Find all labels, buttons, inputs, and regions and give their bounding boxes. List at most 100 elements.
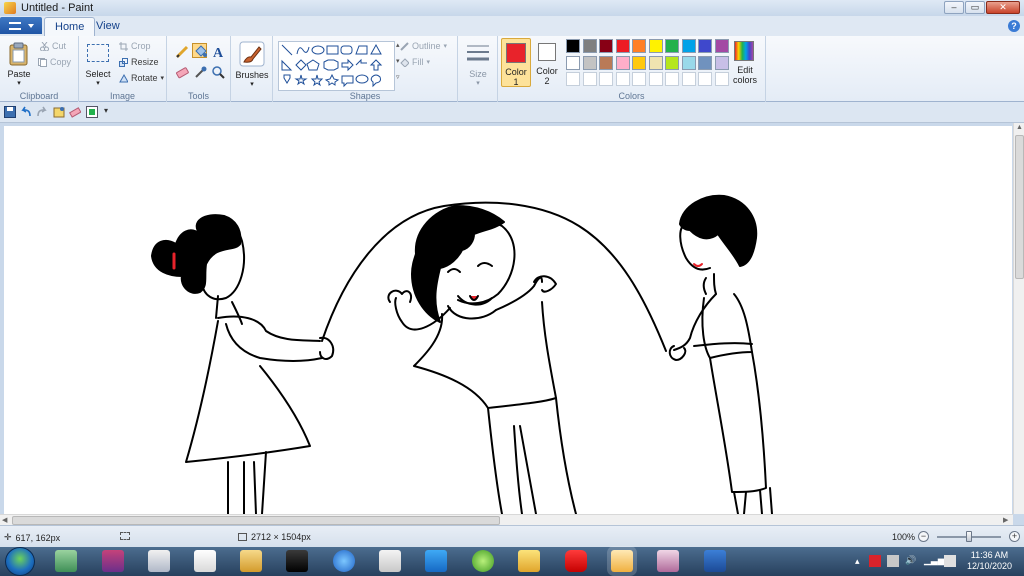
youtube-icon[interactable] bbox=[565, 550, 587, 572]
palette-swatch[interactable] bbox=[681, 39, 696, 53]
file-menu-button[interactable] bbox=[0, 17, 42, 34]
action-center-icon[interactable] bbox=[944, 555, 956, 567]
paste-button[interactable]: Paste ▾ bbox=[5, 39, 33, 87]
drawing-canvas[interactable] bbox=[4, 126, 1012, 514]
properties-icon[interactable] bbox=[53, 106, 65, 118]
tab-view[interactable]: View bbox=[86, 17, 130, 36]
pencil-icon[interactable] bbox=[174, 43, 189, 59]
outline-icon bbox=[400, 41, 409, 51]
zoom-out-button[interactable]: − bbox=[918, 531, 929, 542]
palette-swatch[interactable] bbox=[566, 55, 580, 70]
brushes-button[interactable]: Brushes ▾ bbox=[235, 39, 269, 89]
palette-swatch[interactable] bbox=[698, 39, 712, 53]
media-player-icon[interactable] bbox=[286, 550, 308, 572]
customize-qat-chevron-icon[interactable]: ▾ bbox=[104, 106, 116, 118]
rotate-button[interactable]: Rotate ▾ bbox=[119, 73, 164, 83]
resize-button[interactable]: Resize bbox=[119, 57, 159, 67]
cut-button[interactable]: Cut bbox=[40, 41, 66, 51]
chicken-app-icon[interactable] bbox=[518, 550, 540, 572]
show-hidden-icons-chevron-icon[interactable]: ▴ bbox=[855, 556, 860, 576]
copy-button[interactable]: Copy bbox=[38, 57, 71, 67]
taskbar: ▴ 🔊 ▁▃▅ 11:36 AM 12/10/2020 bbox=[0, 547, 1024, 576]
internet-explorer-icon[interactable] bbox=[333, 550, 355, 572]
file-explorer-icon[interactable] bbox=[240, 550, 262, 572]
user-app-icon[interactable] bbox=[55, 550, 77, 572]
network-app-icon[interactable] bbox=[194, 550, 216, 572]
eraser-icon[interactable] bbox=[174, 64, 189, 79]
paint-taskbar-icon[interactable] bbox=[611, 550, 633, 572]
zoom-in-button[interactable]: + bbox=[1009, 531, 1020, 542]
calendar-app-icon[interactable] bbox=[379, 550, 401, 572]
save-icon[interactable] bbox=[4, 106, 16, 118]
winrar-icon[interactable] bbox=[102, 550, 124, 572]
palette-swatch[interactable] bbox=[566, 39, 580, 53]
brushes-group: Brushes ▾ bbox=[231, 36, 273, 102]
speaker-icon[interactable]: 🔊 bbox=[905, 555, 916, 576]
palette-custom-slot[interactable] bbox=[615, 72, 630, 86]
palette-swatch[interactable] bbox=[599, 39, 613, 53]
palette-swatch[interactable] bbox=[582, 55, 597, 70]
palette-custom-slot[interactable] bbox=[599, 72, 613, 86]
palette-swatch[interactable] bbox=[632, 39, 646, 53]
palette-custom-slot[interactable] bbox=[582, 72, 597, 86]
palette-swatch[interactable] bbox=[681, 55, 696, 70]
horizontal-scroll-thumb[interactable] bbox=[12, 516, 500, 525]
palette-swatch[interactable] bbox=[632, 55, 646, 70]
word-icon[interactable] bbox=[704, 550, 726, 572]
palette-custom-slot[interactable] bbox=[632, 72, 646, 86]
palette-custom-slot[interactable] bbox=[566, 72, 580, 86]
color2-button[interactable]: Color 2 bbox=[533, 38, 563, 87]
zoom-slider-knob[interactable] bbox=[966, 531, 972, 542]
maximize-button[interactable]: ▭ bbox=[965, 1, 985, 14]
clock[interactable]: 11:36 AM 12/10/2020 bbox=[967, 550, 1012, 572]
palette-swatch[interactable] bbox=[665, 55, 679, 70]
palette-swatch[interactable] bbox=[599, 55, 613, 70]
myeq-icon[interactable] bbox=[148, 550, 170, 572]
select-button[interactable]: Select ▾ bbox=[84, 39, 112, 87]
color-picker-icon[interactable] bbox=[192, 64, 207, 79]
color1-button[interactable]: Color 1 bbox=[501, 38, 531, 87]
palette-swatch[interactable] bbox=[714, 39, 729, 53]
size-button[interactable]: Size ▾ bbox=[462, 39, 494, 89]
start-button[interactable] bbox=[5, 547, 35, 576]
palette-custom-slot[interactable] bbox=[665, 72, 679, 86]
shapes-gallery[interactable] bbox=[278, 41, 395, 91]
outline-button[interactable]: Outline ▾ bbox=[400, 41, 447, 51]
fill-icon[interactable] bbox=[192, 43, 207, 58]
undo-icon[interactable] bbox=[20, 106, 32, 118]
crop-button[interactable]: Crop bbox=[119, 41, 151, 51]
magnifier-icon[interactable] bbox=[210, 64, 225, 79]
palette-custom-slot[interactable] bbox=[698, 72, 712, 86]
text-icon[interactable]: A bbox=[210, 43, 225, 61]
medical-app-icon[interactable] bbox=[425, 550, 447, 572]
line-width-icon bbox=[467, 45, 489, 61]
antivirus-tray-icon[interactable] bbox=[869, 555, 881, 567]
fill-shape-button[interactable]: Fill ▾ bbox=[400, 57, 430, 67]
palette-custom-slot[interactable] bbox=[681, 72, 696, 86]
palette-swatch[interactable] bbox=[615, 39, 630, 53]
palette-swatch[interactable] bbox=[582, 39, 597, 53]
close-button[interactable]: ✕ bbox=[986, 1, 1020, 14]
palette-swatch[interactable] bbox=[615, 55, 630, 70]
palette-swatch[interactable] bbox=[648, 39, 663, 53]
redo-icon[interactable] bbox=[36, 106, 48, 118]
help-icon[interactable]: ? bbox=[1008, 20, 1020, 32]
palette-custom-slot[interactable] bbox=[648, 72, 663, 86]
palette-swatch[interactable] bbox=[648, 55, 663, 70]
clipboard-group: Paste ▾ Cut Copy Clipboard bbox=[0, 36, 79, 102]
color-quick-icon[interactable] bbox=[86, 106, 98, 118]
edit-colors-button[interactable]: Edit colors bbox=[728, 39, 762, 87]
palette-swatch[interactable] bbox=[698, 55, 712, 70]
green-app-icon[interactable] bbox=[472, 550, 494, 572]
minimize-button[interactable]: – bbox=[944, 1, 964, 14]
eraser-quick-icon[interactable] bbox=[69, 106, 81, 118]
tray-app-icon[interactable] bbox=[887, 555, 899, 567]
vertical-scrollbar[interactable]: ▲ bbox=[1013, 123, 1024, 514]
brush-icon bbox=[239, 41, 265, 67]
vertical-scroll-thumb[interactable] bbox=[1015, 135, 1024, 279]
network-signal-icon[interactable]: ▁▃▅ bbox=[924, 555, 945, 576]
snipping-tool-icon[interactable] bbox=[657, 550, 679, 572]
palette-swatch[interactable] bbox=[665, 39, 679, 53]
color2-label: Color 2 bbox=[536, 66, 558, 86]
horizontal-scrollbar[interactable]: ◀ ▶ bbox=[0, 514, 1013, 525]
